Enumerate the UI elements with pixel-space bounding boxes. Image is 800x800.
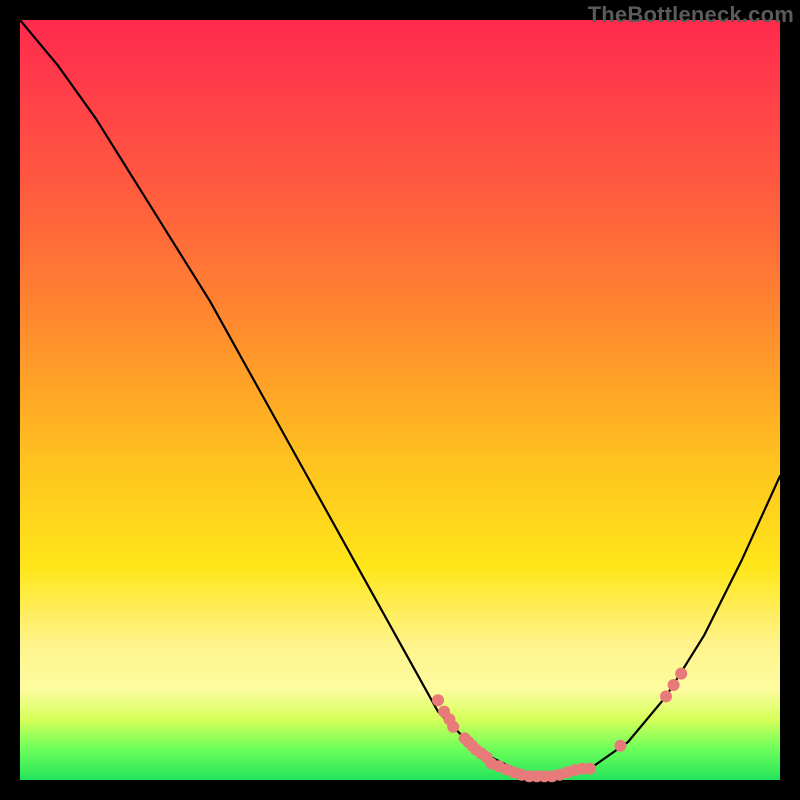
data-dot [432,694,444,706]
data-dots [432,668,687,783]
data-dot [614,740,626,752]
data-dot [675,668,687,680]
chart-frame [20,20,780,780]
data-dot [660,690,672,702]
watermark-text: TheBottleneck.com [588,2,794,28]
data-dot [447,721,459,733]
data-dot [584,763,596,775]
data-dot [668,679,680,691]
bottleneck-curve [20,20,780,776]
curve-layer [20,20,780,780]
